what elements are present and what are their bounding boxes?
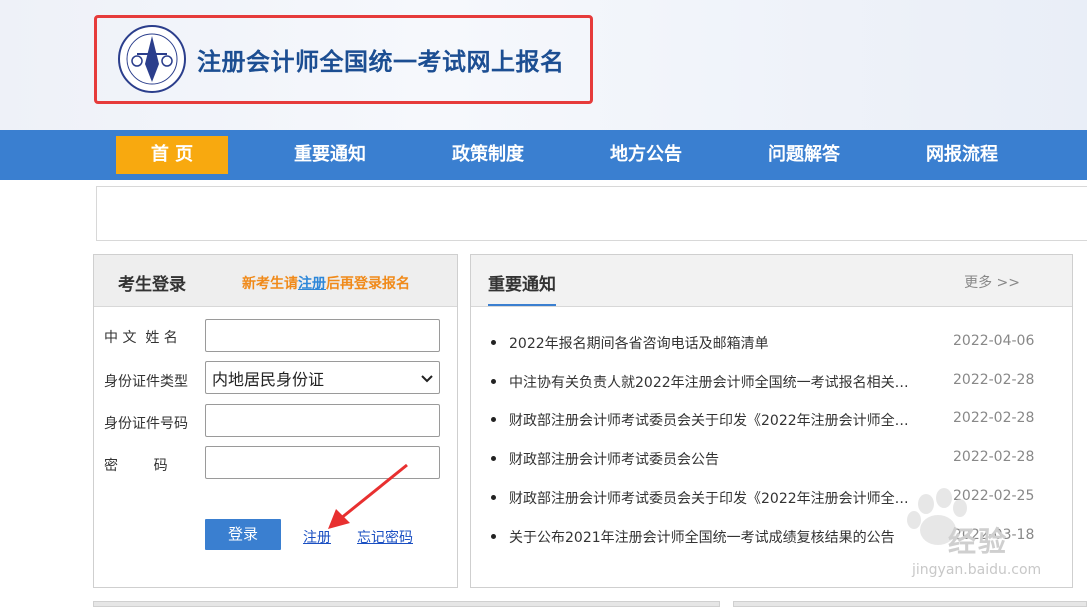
notice-link[interactable]: 财政部注册会计师考试委员会公告 [509, 449, 919, 469]
list-item: 财政部注册会计师考试委员会公告 2022-02-28 [491, 447, 1061, 471]
more-link[interactable]: 更多 >> [964, 272, 1020, 292]
red-arrow-annotation [328, 463, 408, 529]
id-type-label: 身份证件类型 [104, 374, 188, 390]
notices-header: 重要通知 更多 >> [471, 255, 1072, 307]
nav-item-faq[interactable]: 问题解答 [748, 136, 860, 174]
name-label: 中 文 姓 名 [104, 330, 178, 346]
cicpa-seal-icon [118, 25, 186, 93]
bullet [491, 379, 496, 384]
hint-register-link[interactable]: 注册 [298, 276, 326, 292]
bullet [491, 534, 496, 539]
main-nav: 首 页 重要通知 政策制度 地方公告 问题解答 网报流程 [0, 130, 1087, 180]
notice-date: 2022-02-28 [953, 372, 1035, 388]
id-type-value: 内地居民身份证 [212, 369, 325, 389]
nav-item-home[interactable]: 首 页 [116, 136, 228, 174]
bullet [491, 456, 496, 461]
login-header: 考生登录 新考生请注册后再登录报名 [94, 255, 457, 307]
bottom-panel-right [733, 601, 1087, 607]
nav-item-policies[interactable]: 政策制度 [432, 136, 544, 174]
password-label: 密 码 [104, 458, 168, 474]
id-type-select[interactable]: 内地居民身份证 [205, 361, 440, 394]
nav-item-local-announcements[interactable]: 地方公告 [590, 136, 702, 174]
list-item: 2022年报名期间各省咨询电话及邮箱清单 2022-04-06 [491, 331, 1061, 355]
notice-link[interactable]: 2022年报名期间各省咨询电话及邮箱清单 [509, 333, 919, 353]
notice-link[interactable]: 财政部注册会计师考试委员会关于印发《2022年注册会计师全国统一考试报名简章》的… [509, 410, 919, 430]
notice-date: 2022-04-06 [953, 333, 1035, 349]
notice-link[interactable]: 关于公布2021年注册会计师全国统一考试成绩复核结果的公告 [509, 527, 919, 547]
hint-suffix: 后再登录报名 [326, 276, 410, 292]
notice-date: 2022-02-28 [953, 410, 1035, 426]
register-hint: 新考生请注册后再登录报名 [242, 273, 410, 293]
watermark-url: jingyan.baidu.com [912, 562, 1042, 578]
banner-area [96, 186, 1087, 241]
bullet [491, 417, 496, 422]
bullet [491, 495, 496, 500]
login-title: 考生登录 [118, 275, 186, 295]
nav-item-notices[interactable]: 重要通知 [274, 136, 386, 174]
list-item: 中注协有关负责人就2022年注册会计师全国统一考试报名相关问题答记者问 2022… [491, 370, 1061, 394]
bullet [491, 340, 496, 345]
name-input[interactable] [205, 319, 440, 352]
notice-date: 2022-02-28 [953, 449, 1035, 465]
logo-frame: 注册会计师全国统一考试网上报名 [94, 15, 593, 104]
chevron-down-icon [421, 374, 433, 382]
login-panel: 考生登录 新考生请注册后再登录报名 中 文 姓 名 身份证件类型 内地居民身份证… [93, 254, 458, 588]
id-number-input[interactable] [205, 404, 440, 437]
notice-link[interactable]: 财政部注册会计师考试委员会关于印发《2022年注册会计师全国统一考试办法》的通知 [509, 488, 919, 508]
notices-title: 重要通知 [488, 270, 556, 306]
list-item: 财政部注册会计师考试委员会关于印发《2022年注册会计师全国统一考试报名简章》的… [491, 408, 1061, 432]
site-header: 注册会计师全国统一考试网上报名 [0, 0, 1087, 130]
id-number-label: 身份证件号码 [104, 416, 188, 432]
notice-link[interactable]: 中注协有关负责人就2022年注册会计师全国统一考试报名相关问题答记者问 [509, 372, 919, 392]
site-title: 注册会计师全国统一考试网上报名 [197, 48, 565, 76]
bottom-panel-left [93, 601, 720, 607]
watermark-text: 经验 [948, 525, 1009, 558]
hint-prefix: 新考生请 [242, 276, 298, 292]
nav-item-process[interactable]: 网报流程 [906, 136, 1018, 174]
login-button[interactable]: 登录 [205, 519, 281, 550]
